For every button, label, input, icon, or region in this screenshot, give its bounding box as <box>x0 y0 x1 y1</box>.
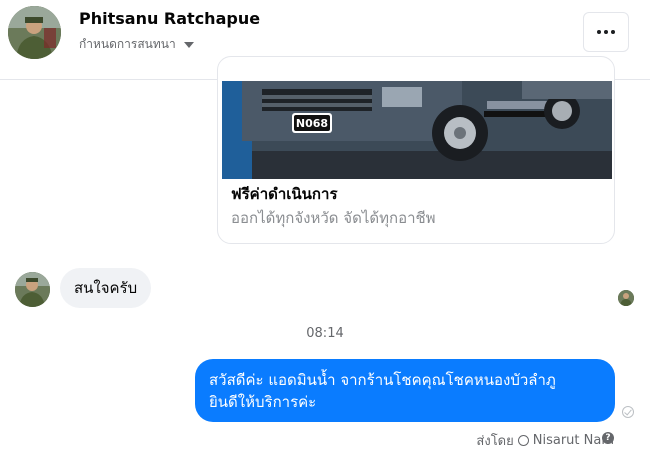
outgoing-message-line-1: สวัสดีค่ะ แอดมินน้ำ จากร้านโชคคุณโชคหนอง… <box>209 371 556 389</box>
seen-indicator-avatar <box>618 290 634 306</box>
help-icon[interactable]: ? <box>602 432 614 444</box>
more-dots-icon <box>597 30 615 34</box>
card-subtitle: ออกได้ทุกจังหวัด จัดได้ทุกอาชีพ <box>231 209 436 227</box>
more-options-button[interactable] <box>583 12 629 52</box>
thread-settings-label: กำหนดการสนทนา <box>79 37 176 51</box>
card-title: ฟรีค่าดำเนินการ <box>231 185 338 203</box>
sender-avatar[interactable] <box>15 272 50 307</box>
license-plate-text: N068 <box>296 117 328 130</box>
globe-icon <box>517 435 529 446</box>
outgoing-message-line-2: ยินดีให้บริการค่ะ <box>209 393 317 411</box>
incoming-message-bubble[interactable]: สนใจครับ <box>60 268 152 308</box>
thread-settings-dropdown[interactable]: กำหนดการสนทนา <box>79 35 194 54</box>
contact-name[interactable]: Phitsanu Ratchapue <box>79 9 260 28</box>
outgoing-message-bubble[interactable]: สวัสดีค่ะ แอดมินน้ำ จากร้านโชคคุณโชคหนอง… <box>195 359 615 422</box>
contact-avatar[interactable] <box>8 6 61 59</box>
vehicle-preview-image: N068 <box>222 81 612 179</box>
caret-down-icon <box>183 41 194 48</box>
link-preview-card[interactable]: N068 ฟรีค่าดำเนินการ ออกได้ทุกจังหวัด จั… <box>217 56 615 244</box>
sent-by-label: ส่งโดย Nisarut Nam <box>476 430 614 451</box>
message-timestamp: 08:14 <box>306 326 344 341</box>
sent-by-prefix: ส่งโดย <box>476 434 514 449</box>
sent-check-icon <box>622 406 634 418</box>
